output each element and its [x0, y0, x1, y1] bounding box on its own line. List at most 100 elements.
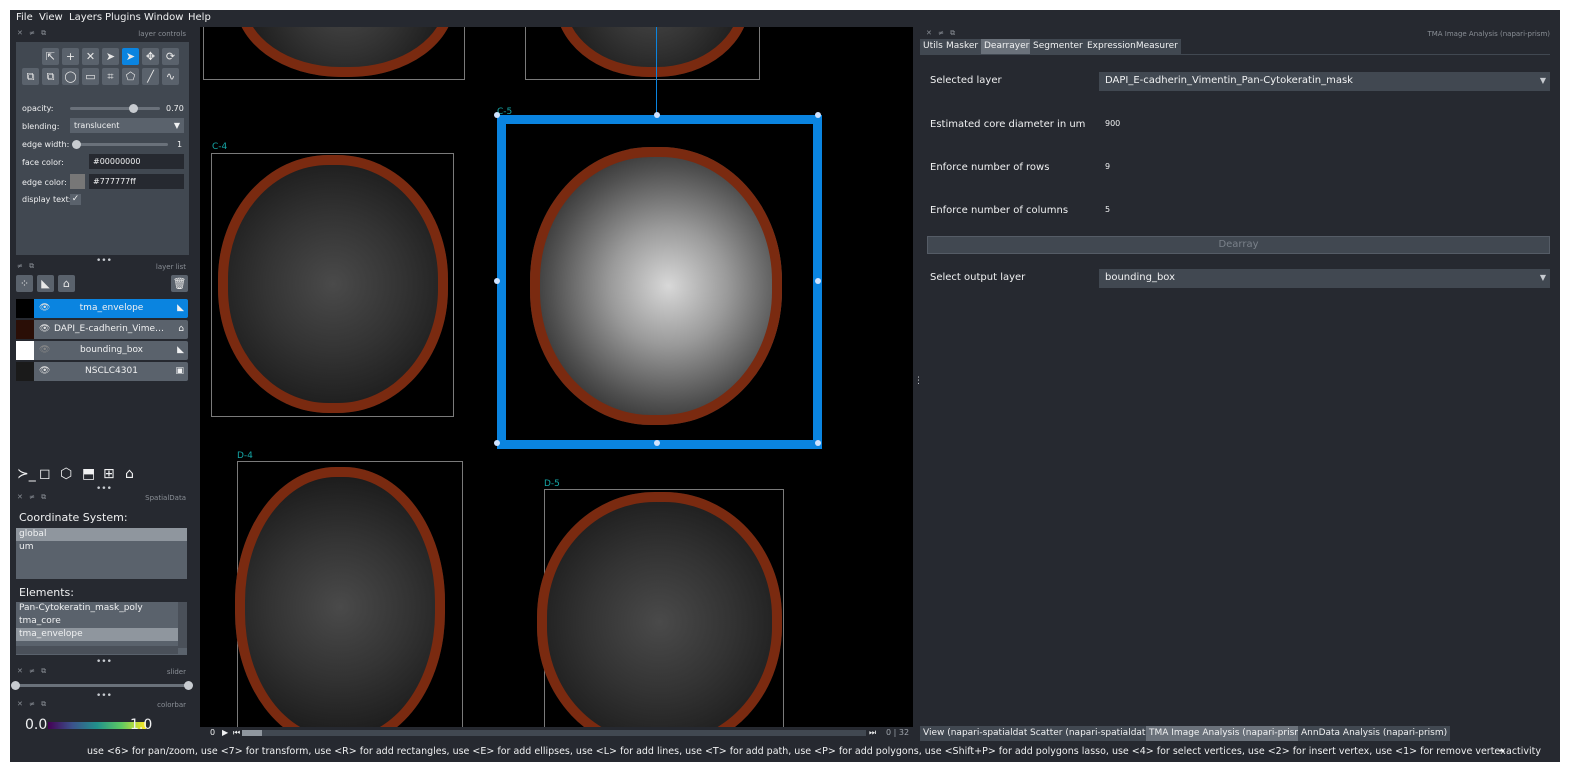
contrast-slider-max-handle[interactable]	[184, 681, 193, 690]
roll-dims-icon[interactable]: ⬡	[60, 466, 72, 482]
dims-slider-track[interactable]	[242, 730, 866, 736]
list-item[interactable]: Pan-Cytokeratin_mask_poly	[16, 602, 187, 615]
tab-anndata-analysis[interactable]: AnnData Analysis (napari-prism)	[1298, 726, 1451, 741]
edge-color-swatch[interactable]	[70, 174, 85, 189]
eye-icon[interactable]: 👁	[39, 366, 50, 376]
ellipse-icon[interactable]: ◯	[62, 68, 79, 85]
elements-horizontal-scrollbar[interactable]	[16, 646, 178, 654]
tab-dearrayer[interactable]: Dearrayer	[981, 39, 1033, 54]
direct-select-icon[interactable]: ➤	[102, 48, 119, 65]
layer-row-dapi-mask[interactable]: 👁 DAPI_E-cadherin_Vimentin... ⌂	[16, 320, 188, 339]
menu-file[interactable]: File	[16, 12, 33, 23]
tab-masker[interactable]: Masker	[943, 39, 982, 54]
face-color-value: #00000000	[93, 157, 141, 166]
menu-help[interactable]: Help	[188, 12, 211, 23]
delete-shape-icon[interactable]: ✕	[82, 48, 99, 65]
layer-row-nsclc4301[interactable]: 👁 NSCLC4301 ▣	[16, 362, 188, 381]
cols-input[interactable]: 5	[1099, 202, 1550, 219]
new-shapes-layer-icon[interactable]: ◣	[37, 275, 54, 292]
delete-layer-icon[interactable]: 🗑	[171, 275, 188, 292]
edge-width-slider[interactable]	[74, 143, 168, 146]
vertex-handle[interactable]	[815, 440, 821, 446]
core-diameter-input[interactable]: 900	[1099, 116, 1550, 133]
list-item[interactable]: tma_core	[16, 615, 187, 628]
viewer-canvas[interactable]: C-4 C-5 D-4 D-5	[200, 27, 913, 727]
move-back-icon[interactable]: ⧉	[42, 68, 59, 85]
pan-zoom-icon[interactable]: ✥	[142, 48, 159, 65]
dock-buttons-icon[interactable]: ✕ ≠ ⧉	[926, 29, 957, 38]
transpose-icon[interactable]: ⬒	[82, 466, 95, 482]
activity-button[interactable]: activity	[1506, 746, 1541, 757]
dock-buttons-icon[interactable]: ✕ ≠ ⧉	[17, 493, 48, 502]
play-icon[interactable]: ▶	[222, 728, 228, 737]
rectangle-icon[interactable]: ▭	[82, 68, 99, 85]
list-item[interactable]: global	[16, 528, 187, 541]
select-shapes-icon[interactable]: ⇱	[42, 48, 59, 65]
polygon-icon[interactable]: ⬠	[122, 68, 139, 85]
new-labels-layer-icon[interactable]: ⌂	[58, 275, 75, 292]
menu-view[interactable]: View	[39, 12, 63, 23]
dock-buttons-icon[interactable]: ✕ ≠ ⧉	[17, 29, 48, 38]
grid-icon[interactable]: ⊞	[103, 466, 115, 482]
transform-icon[interactable]: ⟳	[162, 48, 179, 65]
console-icon[interactable]: ≻_	[17, 466, 36, 482]
dearray-button[interactable]: Dearray	[927, 236, 1550, 254]
rows-input[interactable]: 9	[1099, 159, 1550, 176]
splitter-handle[interactable]: ⋮	[914, 376, 923, 386]
vertex-handle[interactable]	[815, 278, 821, 284]
dock-buttons-icon[interactable]: ≠ ⧉	[17, 262, 36, 271]
vertex-handle[interactable]	[494, 440, 500, 446]
edge-width-slider-handle[interactable]	[72, 140, 81, 149]
contrast-slider[interactable]	[15, 684, 189, 687]
list-item[interactable]: um	[16, 541, 187, 554]
opacity-slider[interactable]	[70, 107, 160, 110]
home-icon[interactable]: ⌂	[125, 466, 134, 482]
edge-color-field[interactable]: #777777ff	[89, 174, 184, 189]
polygon-lasso-icon[interactable]: ⌗	[102, 68, 119, 85]
vertex-handle[interactable]	[815, 112, 821, 118]
vertex-handle[interactable]	[494, 278, 500, 284]
step-back-icon[interactable]: ⏮	[233, 728, 240, 738]
elements-scrollbar[interactable]	[178, 602, 187, 648]
line-icon[interactable]: ╱	[142, 68, 159, 85]
tab-tma-image-analysis[interactable]: TMA Image Analysis (napari-prism)	[1146, 726, 1310, 741]
path-icon[interactable]: ∿	[162, 68, 179, 85]
vertex-handle[interactable]	[654, 440, 660, 446]
new-points-layer-icon[interactable]: ⁘	[16, 275, 33, 292]
eye-hidden-icon[interactable]: 👁	[39, 345, 50, 355]
eye-icon[interactable]: 👁	[39, 324, 50, 334]
opacity-slider-handle[interactable]	[129, 104, 138, 113]
menu-window[interactable]: Window	[144, 12, 183, 23]
dock-buttons-icon[interactable]: ✕ ≠ ⧉	[17, 667, 48, 676]
layer-row-bounding-box[interactable]: 👁 bounding_box ◣	[16, 341, 188, 360]
selected-bounding-box[interactable]	[497, 115, 822, 449]
tab-view-spatialdata[interactable]: View (napari-spatialdata)	[920, 726, 1040, 741]
dims-slider-handle[interactable]	[242, 730, 262, 736]
selected-layer-dropdown[interactable]: DAPI_E-cadherin_Vimentin_Pan-Cytokeratin…	[1099, 72, 1550, 91]
tab-expression-measurer[interactable]: ExpressionMeasurer	[1084, 39, 1181, 54]
activity-caret-icon[interactable]: ⏶	[1498, 746, 1505, 756]
menu-layers[interactable]: Layers	[69, 12, 102, 23]
tab-scatter-spatialdata[interactable]: Scatter (napari-spatialdata)	[1027, 726, 1158, 741]
list-item[interactable]: tma_envelope	[16, 628, 187, 641]
step-forward-icon[interactable]: ⏭	[869, 728, 876, 738]
ndisplay-icon[interactable]: ◻	[39, 466, 51, 482]
layer-row-tma-envelope[interactable]: 👁 tma_envelope ◣	[16, 299, 188, 318]
tab-segmenter[interactable]: Segmenter	[1030, 39, 1086, 54]
select-vertices-icon[interactable]: ➤	[122, 48, 139, 65]
move-front-icon[interactable]: ⧉	[22, 68, 39, 85]
add-vertex-icon[interactable]: +	[62, 48, 79, 65]
dock-buttons-icon[interactable]: ✕ ≠ ⧉	[17, 700, 48, 709]
status-hint: use <6> for pan/zoom, use <7> for transf…	[87, 746, 1506, 757]
menu-plugins[interactable]: Plugins	[105, 12, 141, 23]
face-color-field[interactable]: #00000000	[89, 154, 184, 169]
tab-utils[interactable]: Utils	[920, 39, 946, 54]
display-text-checkbox[interactable]: ✓	[70, 194, 81, 205]
output-layer-dropdown[interactable]: bounding_box ▼	[1099, 269, 1550, 288]
blending-dropdown[interactable]: translucent ▼	[70, 118, 184, 133]
contrast-slider-min-handle[interactable]	[11, 681, 20, 690]
dock-resize-handle[interactable]: •••	[96, 657, 112, 667]
vertex-handle[interactable]	[494, 112, 500, 118]
vertex-handle[interactable]	[654, 112, 660, 118]
eye-icon[interactable]: 👁	[39, 303, 50, 313]
